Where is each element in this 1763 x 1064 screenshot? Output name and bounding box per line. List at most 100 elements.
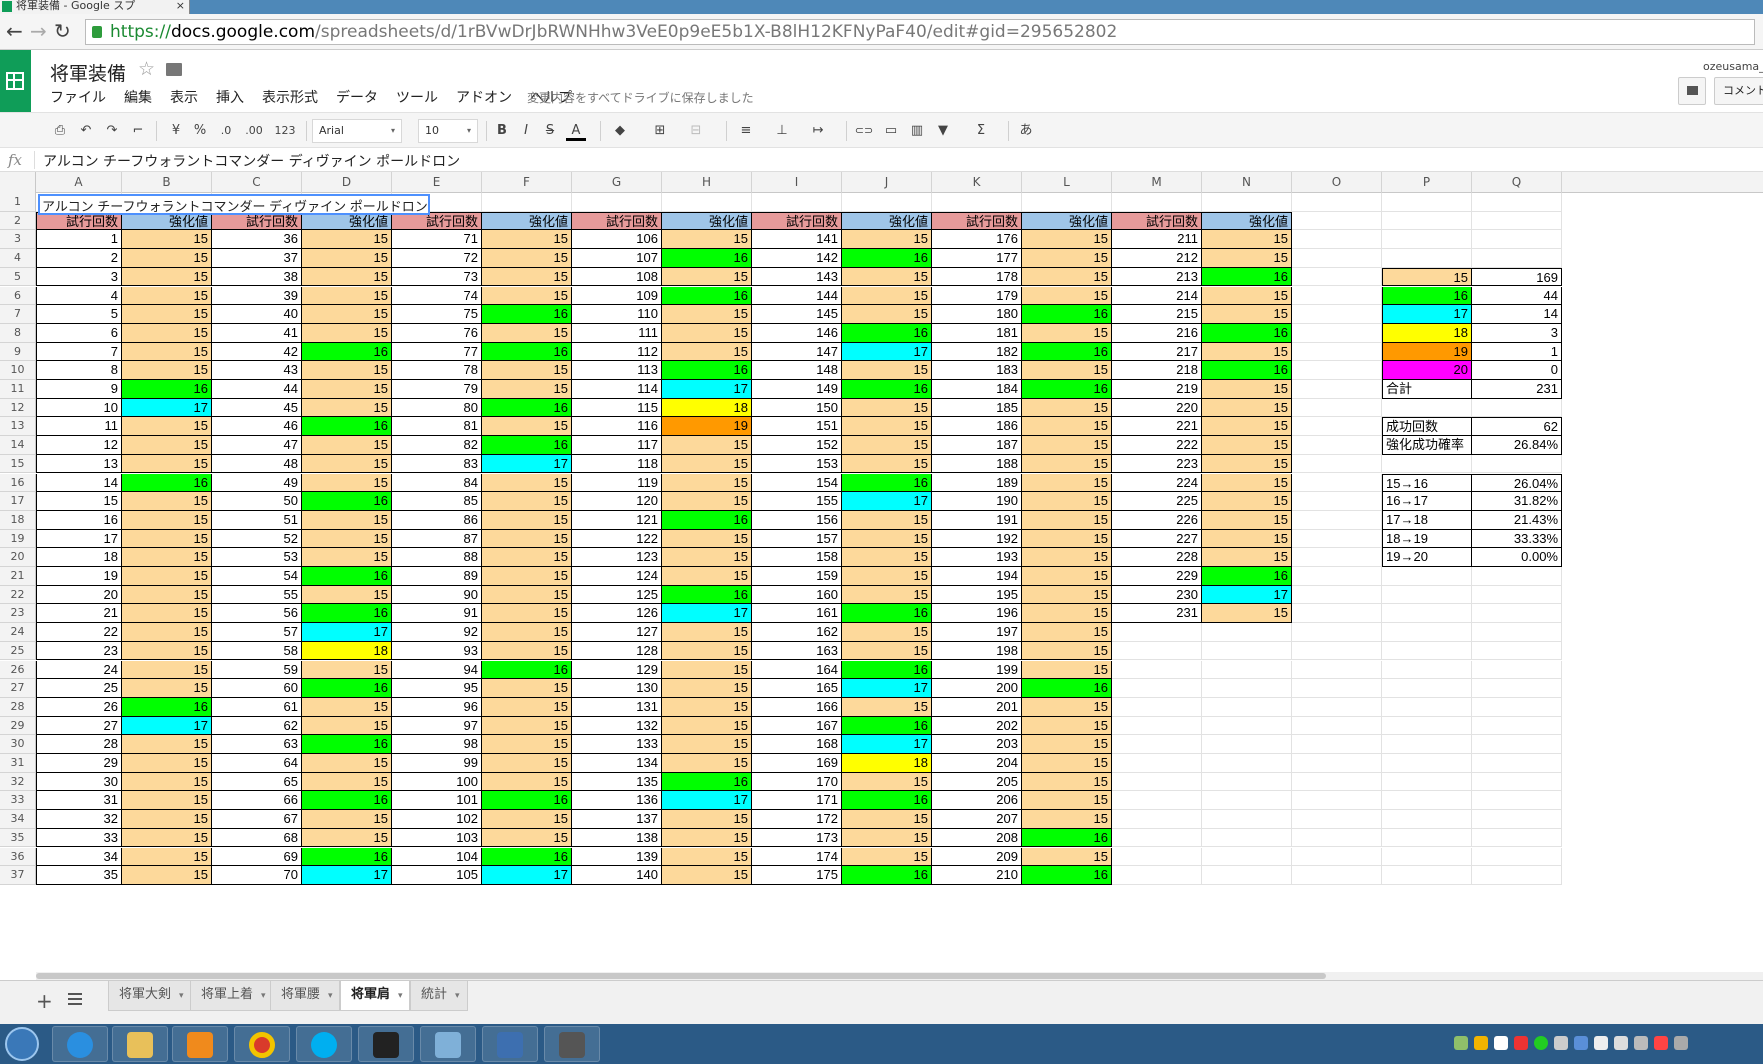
trial-number-cell[interactable]: 139	[572, 847, 662, 867]
trial-number-cell[interactable]: 81	[392, 417, 482, 437]
menu-data[interactable]: データ	[336, 87, 378, 107]
success-rate-label[interactable]: 強化成功確率	[1382, 436, 1472, 455]
trial-number-cell[interactable]: 57	[212, 623, 302, 642]
row-header-1[interactable]: 1	[0, 193, 36, 212]
trial-number-cell[interactable]: 75	[392, 305, 482, 324]
enhance-value-cell[interactable]: 15	[482, 679, 572, 698]
trial-number-cell[interactable]: 111	[572, 323, 662, 343]
enhance-value-cell[interactable]: 16	[842, 866, 932, 885]
enhance-value-cell[interactable]: 15	[482, 754, 572, 773]
trial-number-cell[interactable]: 89	[392, 567, 482, 586]
enhance-value-cell[interactable]: 15	[662, 548, 752, 567]
empty-cell[interactable]	[1292, 866, 1382, 885]
percent-format-button[interactable]: %	[192, 121, 208, 141]
enhance-value-cell[interactable]: 15	[122, 361, 212, 380]
trial-number-cell[interactable]: 221	[1112, 417, 1202, 437]
row-header-24[interactable]: 24	[0, 623, 36, 642]
enhance-value-cell[interactable]: 15	[1022, 417, 1112, 437]
trial-number-cell[interactable]: 27	[36, 716, 122, 736]
empty-cell[interactable]	[1202, 623, 1292, 642]
trial-number-cell[interactable]: 119	[572, 473, 662, 493]
enhance-value-cell[interactable]: 15	[1022, 398, 1112, 418]
enhance-value-cell[interactable]: 16	[1022, 866, 1112, 885]
trial-number-cell[interactable]: 49	[212, 473, 302, 493]
trial-number-cell[interactable]: 125	[572, 585, 662, 605]
empty-cell[interactable]	[1292, 791, 1382, 811]
trial-number-cell[interactable]: 69	[212, 847, 302, 867]
empty-cell[interactable]	[1472, 249, 1562, 268]
empty-cell[interactable]	[1382, 810, 1472, 829]
trial-number-cell[interactable]: 72	[392, 249, 482, 268]
empty-cell[interactable]	[1112, 641, 1202, 661]
enhance-value-cell[interactable]: 15	[842, 267, 932, 287]
empty-cell[interactable]	[1292, 847, 1382, 867]
transition-rate[interactable]: 33.33%	[1472, 529, 1562, 549]
trial-number-cell[interactable]: 199	[932, 660, 1022, 680]
row-header-5[interactable]: 5	[0, 267, 36, 287]
enhance-value-cell[interactable]: 15	[482, 510, 572, 530]
column-header-e[interactable]: E	[392, 172, 482, 193]
empty-cell[interactable]	[1112, 866, 1202, 885]
enhance-value-cell[interactable]: 17	[662, 604, 752, 624]
text-wrap-icon[interactable]: ↦	[808, 121, 828, 141]
trial-number-cell[interactable]: 47	[212, 436, 302, 455]
menu-view[interactable]: 表示	[170, 87, 198, 107]
enhance-value-cell[interactable]: 15	[662, 716, 752, 736]
trial-number-cell[interactable]: 196	[932, 604, 1022, 624]
trial-number-cell[interactable]: 86	[392, 510, 482, 530]
empty-cell[interactable]	[1382, 567, 1472, 586]
enhance-value-cell[interactable]: 15	[1022, 716, 1112, 736]
empty-cell[interactable]	[1292, 473, 1382, 493]
trial-number-cell[interactable]: 37	[212, 249, 302, 268]
enhance-value-cell[interactable]: 15	[482, 567, 572, 586]
trial-number-cell[interactable]: 82	[392, 436, 482, 455]
enhance-value-cell[interactable]: 15	[1022, 604, 1112, 624]
trial-number-cell[interactable]: 103	[392, 828, 482, 848]
trial-number-cell[interactable]: 98	[392, 735, 482, 754]
trial-number-cell[interactable]: 185	[932, 398, 1022, 418]
menu-insert[interactable]: 挿入	[216, 87, 244, 107]
enhance-value-cell[interactable]: 15	[842, 567, 932, 586]
decrease-decimal-button[interactable]: .0	[216, 121, 236, 141]
row-header-9[interactable]: 9	[0, 342, 36, 362]
empty-cell[interactable]	[1382, 604, 1472, 624]
trial-number-cell[interactable]: 197	[932, 623, 1022, 642]
enhance-value-cell[interactable]: 15	[122, 772, 212, 792]
header-enhance-value[interactable]: 強化値	[1022, 211, 1112, 231]
tray-misc-icon[interactable]	[1634, 1036, 1648, 1050]
more-formats-button[interactable]: 123	[270, 121, 300, 141]
enhance-value-cell[interactable]: 15	[1022, 847, 1112, 867]
enhance-value-cell[interactable]: 15	[1202, 473, 1292, 493]
trial-number-cell[interactable]: 22	[36, 623, 122, 642]
empty-cell[interactable]	[932, 193, 1022, 212]
enhance-value-cell[interactable]: 16	[302, 417, 392, 437]
legend-count-cell[interactable]: 44	[1472, 286, 1562, 306]
empty-cell[interactable]	[1292, 342, 1382, 362]
insert-chart-icon[interactable]: ▥	[908, 121, 926, 141]
enhance-value-cell[interactable]: 15	[482, 267, 572, 287]
empty-cell[interactable]	[1292, 604, 1382, 624]
trial-number-cell[interactable]: 80	[392, 398, 482, 418]
all-sheets-icon[interactable]	[68, 993, 82, 1005]
trial-number-cell[interactable]: 225	[1112, 492, 1202, 511]
row-header-16[interactable]: 16	[0, 473, 36, 493]
enhance-value-cell[interactable]: 15	[662, 679, 752, 698]
trial-number-cell[interactable]: 18	[36, 548, 122, 567]
back-button[interactable]: ←	[6, 21, 23, 41]
trial-number-cell[interactable]: 100	[392, 772, 482, 792]
empty-cell[interactable]	[1292, 267, 1382, 287]
trial-number-cell[interactable]: 207	[932, 810, 1022, 829]
row-header-28[interactable]: 28	[0, 697, 36, 717]
enhance-value-cell[interactable]: 15	[122, 454, 212, 474]
trial-number-cell[interactable]: 74	[392, 286, 482, 306]
enhance-value-cell[interactable]: 16	[662, 286, 752, 306]
enhance-value-cell[interactable]: 15	[302, 754, 392, 773]
enhance-value-cell[interactable]: 15	[1202, 342, 1292, 362]
column-header-i[interactable]: I	[752, 172, 842, 193]
tray-antivirus-icon[interactable]	[1514, 1036, 1528, 1050]
enhance-value-cell[interactable]: 15	[662, 735, 752, 754]
enhance-value-cell[interactable]: 15	[662, 492, 752, 511]
trial-number-cell[interactable]: 106	[572, 230, 662, 250]
enhance-value-cell[interactable]: 15	[662, 847, 752, 867]
empty-cell[interactable]	[1022, 193, 1112, 212]
